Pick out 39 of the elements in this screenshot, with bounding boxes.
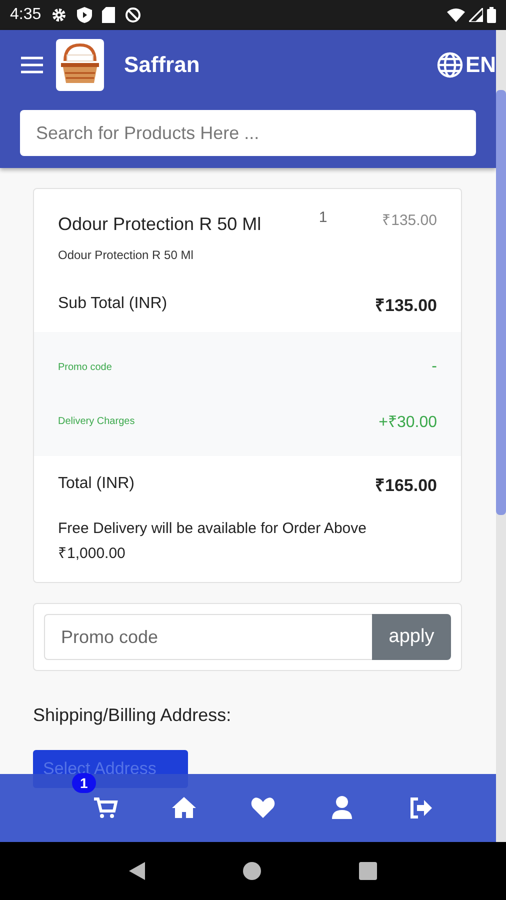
charge-value: +₹30.00 bbox=[378, 413, 437, 432]
heart-icon[interactable] bbox=[250, 795, 276, 821]
language-label[interactable]: EN bbox=[465, 52, 496, 78]
home-icon[interactable] bbox=[171, 795, 197, 821]
product-name: Odour Protection R 50 Ml bbox=[58, 213, 262, 236]
signal-icon bbox=[469, 8, 483, 22]
subtotal-value: ₹135.00 bbox=[375, 294, 437, 316]
battery-icon bbox=[487, 7, 496, 23]
product-description: Odour Protection R 50 Ml bbox=[58, 248, 194, 262]
wifi-icon bbox=[447, 8, 465, 22]
basket-logo[interactable] bbox=[56, 39, 104, 91]
logout-icon[interactable] bbox=[408, 795, 434, 821]
charge-label: Promo code bbox=[58, 362, 112, 372]
promo-code-field[interactable]: Promo code bbox=[44, 614, 372, 660]
quantity: 1 bbox=[318, 208, 328, 228]
menu-button[interactable] bbox=[20, 56, 44, 74]
clock: 4:35 bbox=[10, 6, 42, 24]
user-icon[interactable] bbox=[329, 795, 355, 821]
shield-icon bbox=[77, 7, 92, 23]
home-circle-icon[interactable] bbox=[243, 862, 261, 880]
search-field[interactable]: Search for Products Here ... bbox=[20, 110, 476, 156]
free-delivery-note: Free Delivery will be available for Order Above ₹1,000.00 bbox=[57, 519, 368, 564]
subtotal-label: Sub Total (INR) bbox=[58, 295, 168, 313]
app-title: Saffran bbox=[124, 52, 200, 78]
sd-card-icon bbox=[102, 7, 116, 23]
total-value: ₹165.00 bbox=[375, 474, 437, 496]
item-price: ₹135.00 bbox=[382, 211, 437, 231]
charge-label: Delivery Charges bbox=[58, 416, 135, 426]
cart-count-badge: 1 bbox=[72, 773, 96, 793]
address-label: Shipping/Billing Address: bbox=[33, 705, 232, 726]
cart-icon[interactable] bbox=[92, 795, 118, 821]
gear-icon bbox=[51, 7, 68, 23]
scrollbar-thumb[interactable] bbox=[496, 90, 506, 515]
globe-icon[interactable] bbox=[437, 52, 464, 78]
total-label: Total (INR) bbox=[58, 475, 134, 493]
apply-button[interactable]: apply bbox=[372, 614, 451, 660]
blocked-icon bbox=[125, 7, 142, 23]
charge-value: - bbox=[432, 358, 437, 376]
back-icon[interactable] bbox=[129, 862, 145, 880]
